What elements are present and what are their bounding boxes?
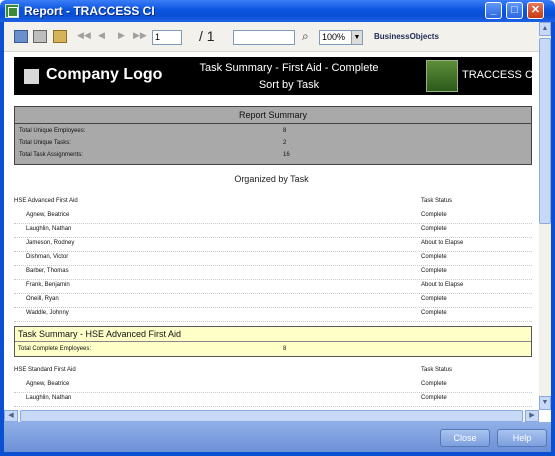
employee-name: Barber, Thomas <box>26 268 69 274</box>
previous-page-icon[interactable]: ◀ <box>98 30 105 41</box>
organized-by-label: Organized by Task <box>234 174 309 184</box>
window-frame-right <box>551 22 555 456</box>
task-summary-box: Task Summary - HSE Advanced First Aid To… <box>14 326 532 357</box>
task-status: Complete <box>421 268 447 274</box>
employee-name: Frank, Benjamin <box>26 282 70 288</box>
group-tree-icon[interactable] <box>53 30 67 43</box>
group-name: HSE Standard First Aid <box>14 367 76 373</box>
zoom-value: 100% <box>322 32 346 42</box>
report-summary-box: Report Summary Total Unique Employees: 8… <box>14 106 532 165</box>
brand-name: TRACCESS CI <box>462 69 536 81</box>
table-row: Barber, Thomas Complete <box>14 266 532 280</box>
task-status: Complete <box>421 296 447 302</box>
chevron-down-icon[interactable]: ▼ <box>351 31 362 44</box>
binoculars-icon[interactable]: ⌕ <box>302 29 309 44</box>
task-summary-title: Task Summary - HSE Advanced First Aid <box>18 329 182 339</box>
table-row: Agnew, Beatrice Complete <box>14 210 532 224</box>
scroll-down-icon[interactable]: ▼ <box>539 396 551 410</box>
horizontal-scrollbar[interactable]: ◀ ▶ <box>4 410 539 422</box>
task-status: About to Elapse <box>421 240 464 246</box>
employee-name: Agnew, Beatrice <box>26 212 70 218</box>
task-status: About to Elapse <box>421 282 464 288</box>
task-summary-value: 8 <box>283 346 287 352</box>
employee-name: Laughlin, Nathan <box>26 395 72 401</box>
scroll-up-icon[interactable]: ▲ <box>539 22 551 36</box>
tree-logo-icon <box>426 60 458 92</box>
employee-name: Waddle, Johnny <box>26 310 69 316</box>
employee-name: Laughlin, Nathan <box>26 226 72 232</box>
employee-name: Agnew, Beatrice <box>26 381 70 387</box>
task-summary-label: Total Complete Employees: <box>18 346 92 352</box>
table-row: Oneill, Ryan Complete <box>14 294 532 308</box>
window-frame-bottom <box>0 452 555 456</box>
table-row: Laughlin, Nathan Complete <box>14 224 532 238</box>
summary-row: Total Unique Tasks: 2 <box>15 140 531 152</box>
last-page-icon[interactable]: ▶▶ <box>133 30 147 41</box>
app-icon <box>5 4 19 18</box>
employee-name: Jameson, Rodney <box>26 240 75 246</box>
task-status: Complete <box>421 226 447 232</box>
status-column-header: Task Status <box>421 198 453 204</box>
close-button[interactable]: Close <box>440 429 490 447</box>
summary-value: 2 <box>283 140 287 146</box>
help-button[interactable]: Help <box>497 429 547 447</box>
businessobjects-logo: BusinessObjects <box>374 32 439 41</box>
table-row: Laughlin, Nathan Complete <box>14 393 532 407</box>
zoom-select[interactable]: 100% ▼ <box>319 30 363 45</box>
task-status: Complete <box>421 212 447 218</box>
search-text-input[interactable] <box>233 30 295 45</box>
table-row: Jameson, Rodney About to Elapse <box>14 238 532 252</box>
summary-value: 8 <box>283 128 287 134</box>
scroll-right-icon[interactable]: ▶ <box>525 410 539 422</box>
window-title: Report - TRACCESS CI <box>24 4 155 18</box>
summary-value: 16 <box>283 152 290 158</box>
company-logo-text: Company Logo <box>46 66 163 83</box>
group-header: HSE Standard First Aid Task Status <box>14 367 532 379</box>
first-page-icon[interactable]: ◀◀ <box>77 30 91 41</box>
table-row: Frank, Benjamin About to Elapse <box>14 280 532 294</box>
report-subtitle: Sort by Task <box>258 79 320 91</box>
summary-label: Total Task Assignments: <box>19 152 83 158</box>
report-toolbar: ◀◀ ◀ ▶ ▶▶ 1 / 1 ⌕ 100% ▼ BusinessObjects <box>4 22 539 52</box>
summary-row: Total Task Assignments: 16 <box>15 152 531 164</box>
scroll-left-icon[interactable]: ◀ <box>4 410 18 422</box>
task-status: Complete <box>421 381 447 387</box>
task-status: Complete <box>421 310 447 316</box>
report-header-banner: Company Logo Task Summary - First Aid - … <box>14 57 536 95</box>
task-status: Complete <box>421 395 447 401</box>
vertical-scrollbar[interactable]: ▲ ▼ <box>539 22 551 410</box>
employee-name: Oneill, Ryan <box>26 296 59 302</box>
vertical-scroll-thumb[interactable] <box>539 38 551 224</box>
dialog-button-bar: Close Help <box>4 422 551 452</box>
export-icon[interactable] <box>14 30 28 43</box>
logo-placeholder-icon <box>24 69 39 84</box>
group-header: HSE Advanced First Aid Task Status <box>14 198 532 210</box>
next-page-icon[interactable]: ▶ <box>118 30 125 41</box>
employee-name: Dishman, Victor <box>26 254 69 260</box>
task-status: Complete <box>421 254 447 260</box>
close-window-button[interactable]: ✕ <box>527 2 544 19</box>
maximize-button[interactable]: □ <box>506 2 523 19</box>
group-name: HSE Advanced First Aid <box>14 198 78 204</box>
minimize-button[interactable]: _ <box>485 2 502 19</box>
window-titlebar: Report - TRACCESS CI _ □ ✕ <box>0 0 555 22</box>
table-row: Waddle, Johnny Complete <box>14 308 532 322</box>
report-view: Company Logo Task Summary - First Aid - … <box>4 52 539 410</box>
summary-row: Total Unique Employees: 8 <box>15 128 531 140</box>
table-row: Agnew, Beatrice Complete <box>14 379 532 393</box>
status-column-header: Task Status <box>421 367 453 373</box>
table-row: Dishman, Victor Complete <box>14 252 532 266</box>
page-total: / 1 <box>199 28 215 44</box>
report-title: Task Summary - First Aid - Complete <box>199 62 379 74</box>
summary-label: Total Unique Tasks: <box>19 140 71 146</box>
summary-label: Total Unique Employees: <box>19 128 86 134</box>
report-summary-heading: Report Summary <box>15 107 531 124</box>
print-icon[interactable] <box>33 30 47 43</box>
horizontal-scroll-thumb[interactable] <box>20 410 523 422</box>
page-number-input[interactable]: 1 <box>152 30 182 45</box>
divider <box>15 341 531 342</box>
